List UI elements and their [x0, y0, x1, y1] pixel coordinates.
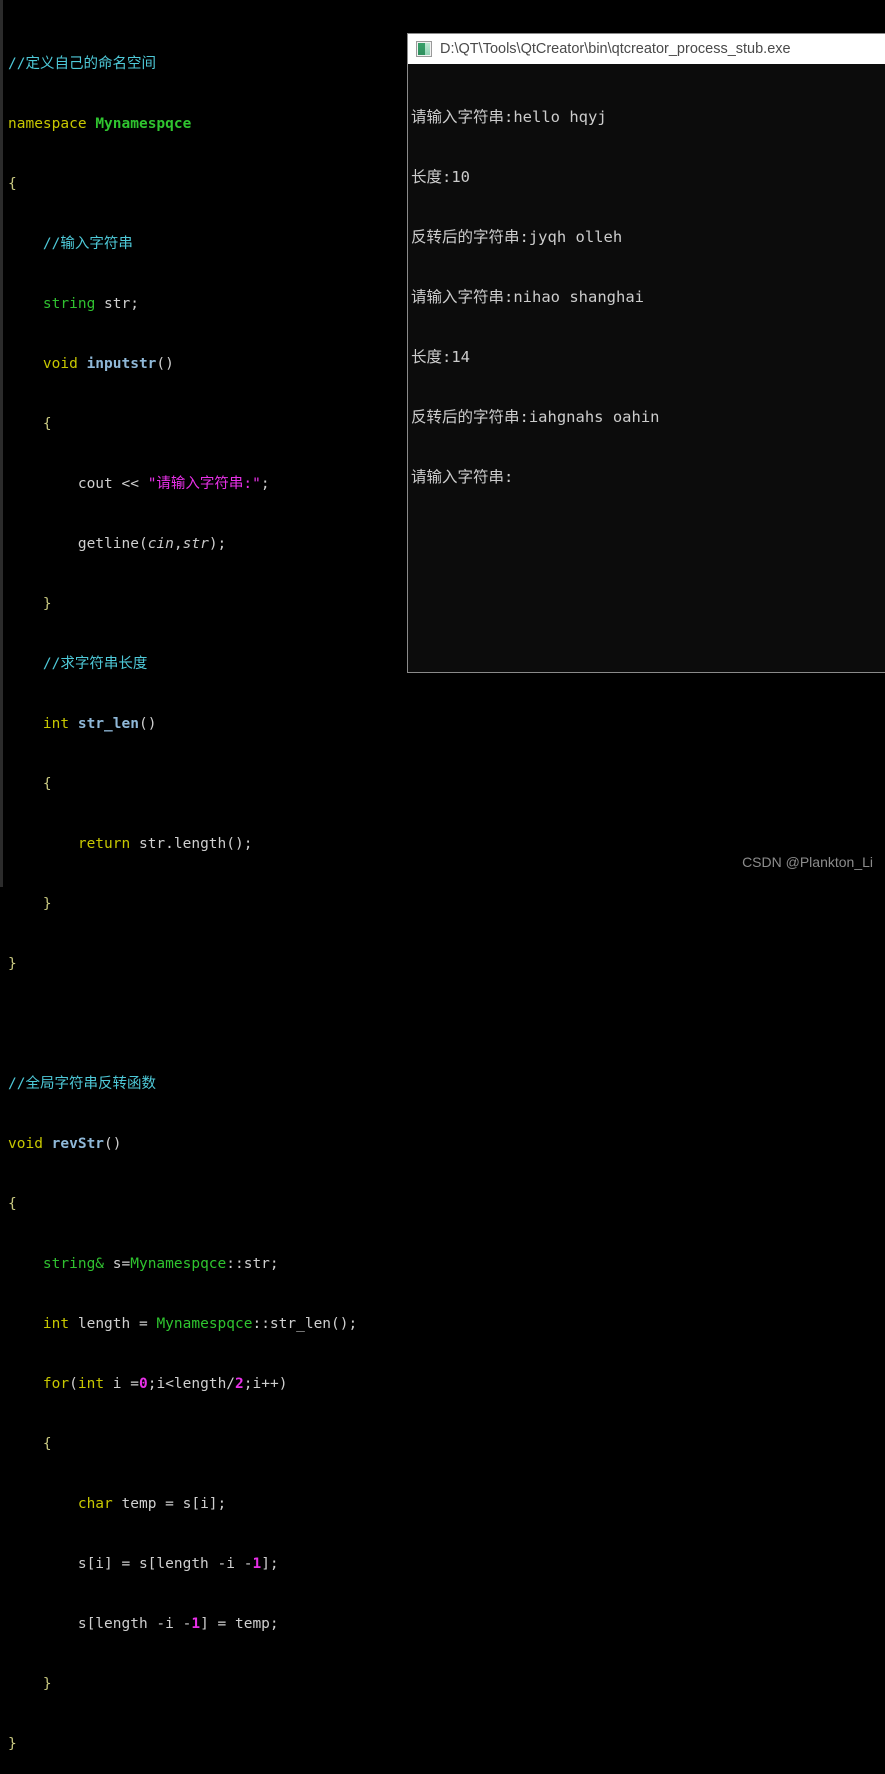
- code-line: }: [8, 1736, 17, 1752]
- console-output-text: 请输入字符串:hello hqyj 长度:10 反转后的字符串:jyqh oll…: [411, 67, 885, 527]
- code-line: return str.length();: [77, 836, 253, 852]
- code-line: int str_len(): [42, 716, 157, 732]
- console-output-area[interactable]: 请输入字符串:hello hqyj 长度:10 反转后的字符串:jyqh oll…: [408, 64, 885, 672]
- console-line: 请输入字符串:: [411, 468, 514, 486]
- code-line: {: [42, 1436, 52, 1452]
- code-line: for(int i =0;i<length/2;i++): [42, 1376, 288, 1392]
- console-line: 长度:14: [411, 348, 470, 366]
- console-line: 请输入字符串:hello hqyj: [411, 108, 607, 126]
- code-line: int length = Mynamespqce::str_len();: [42, 1316, 358, 1332]
- console-line: 反转后的字符串:iahgnahs oahin: [411, 408, 660, 426]
- console-line: 反转后的字符串:jyqh olleh: [411, 228, 623, 246]
- console-line: 请输入字符串:nihao shanghai: [411, 288, 644, 306]
- code-line: }: [42, 1676, 52, 1692]
- editor-gutter-stripe: [0, 0, 3, 887]
- code-line: {: [8, 1196, 17, 1212]
- console-window[interactable]: D:\QT\Tools\QtCreator\bin\qtcreator_proc…: [407, 33, 885, 673]
- code-line: }: [42, 896, 52, 912]
- console-title-text: D:\QT\Tools\QtCreator\bin\qtcreator_proc…: [440, 41, 791, 57]
- code-line: char temp = s[i];: [77, 1496, 227, 1512]
- console-line: 长度:10: [411, 168, 470, 186]
- code-line: //全局字符串反转函数: [8, 1076, 156, 1092]
- code-line: string& s=Mynamespqce::str;: [42, 1256, 279, 1272]
- watermark: CSDN @Plankton_Li: [742, 854, 873, 870]
- console-titlebar[interactable]: D:\QT\Tools\QtCreator\bin\qtcreator_proc…: [408, 34, 885, 64]
- code-line: s[i] = s[length -i -1];: [77, 1556, 279, 1572]
- code-line: void revStr(): [8, 1136, 122, 1152]
- code-line: }: [8, 956, 17, 972]
- code-line: {: [42, 776, 52, 792]
- console-window-icon: [416, 41, 432, 57]
- code-line: s[length -i -1] = temp;: [77, 1616, 279, 1632]
